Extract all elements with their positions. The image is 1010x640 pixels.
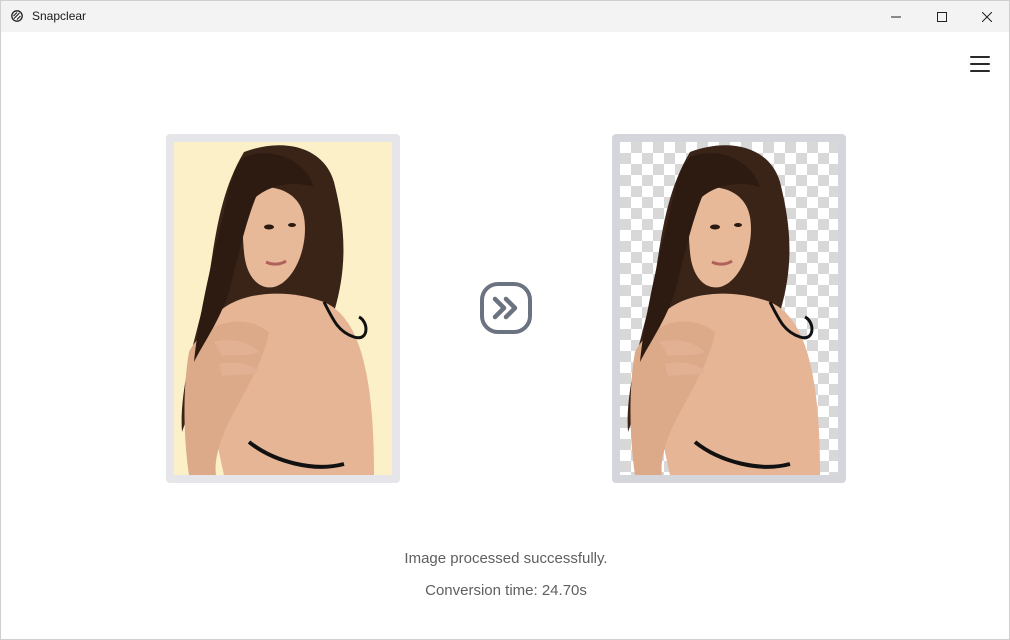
close-icon <box>982 11 992 22</box>
app-window: Snapclear Image processed successfully. … <box>0 0 1010 640</box>
result-image-frame[interactable] <box>612 134 846 483</box>
minimize-icon <box>891 16 901 17</box>
window-title: Snapclear <box>32 9 87 23</box>
result-image <box>620 142 838 475</box>
snapclear-logo-icon <box>11 10 23 22</box>
original-image-frame[interactable] <box>166 134 400 483</box>
woman-portrait-cutout-image <box>627 145 820 475</box>
menu-line <box>970 56 990 58</box>
double-chevron-right-icon[interactable] <box>479 281 533 335</box>
status-message: Image processed successfully. <box>404 550 608 567</box>
close-button[interactable] <box>964 1 1010 32</box>
menu-line <box>970 63 990 65</box>
woman-portrait-image <box>181 145 374 475</box>
minimize-button[interactable] <box>873 1 919 32</box>
conversion-time: Conversion time: 24.70s <box>425 582 587 599</box>
maximize-icon <box>937 11 947 22</box>
menu-line <box>970 70 990 72</box>
title-bar[interactable]: Snapclear <box>1 1 1009 32</box>
original-image <box>174 142 392 475</box>
hamburger-menu-icon[interactable] <box>967 53 993 75</box>
maximize-button[interactable] <box>919 1 965 32</box>
